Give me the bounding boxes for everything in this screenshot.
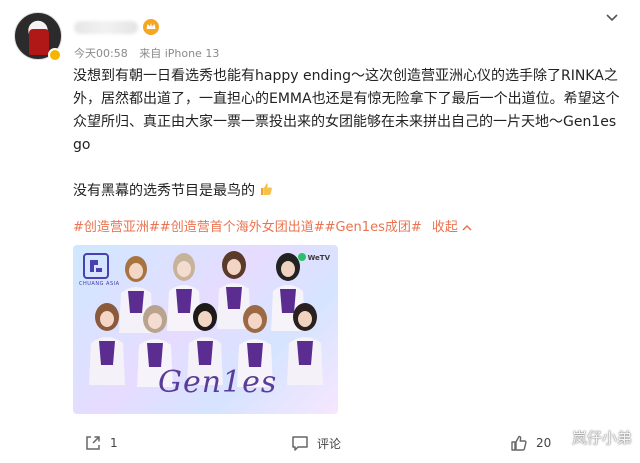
chuang-asia-logo-icon	[83, 253, 109, 279]
image-title-text: Gen1es	[158, 365, 278, 400]
verified-badge-icon	[48, 48, 62, 62]
share-button[interactable]: 1	[84, 434, 118, 452]
logo-text: CHUANG ASIA	[79, 281, 120, 287]
comment-icon	[292, 436, 308, 451]
like-count: 20	[536, 436, 552, 450]
chevron-down-icon[interactable]	[606, 10, 618, 26]
collapse-label: 收起	[431, 220, 458, 235]
comment-button[interactable]: 评论	[291, 434, 341, 452]
post-meta: 今天00:58 来自 iPhone 13	[74, 45, 227, 61]
post-text-second-content: 没有黑幕的选秀节目是最鸟的	[73, 183, 255, 199]
chevron-up-icon	[462, 224, 472, 231]
member-figure	[89, 303, 125, 385]
share-count: 1	[110, 436, 118, 450]
hashtag-link[interactable]: #Gen1es成团#	[325, 220, 422, 235]
post-text-second: 没有黑幕的选秀节目是最鸟的	[73, 180, 628, 205]
action-bar: 1 评论 20	[0, 424, 640, 463]
post-body: 没想到有朝一日看选秀也能有happy ending～这次创造营亚洲心仪的选手除了…	[73, 65, 628, 205]
collapse-button[interactable]: 收起	[432, 220, 472, 235]
hashtag-row: #创造营亚洲##创造营首个海外女团出道##Gen1es成团# 收起	[73, 219, 472, 237]
post-image[interactable]: CHUANG ASIA WeTV Gen1es	[73, 245, 338, 414]
post-source: 来自 iPhone 13	[139, 47, 220, 60]
member-figure	[287, 303, 323, 385]
hashtag-link[interactable]: #创造营亚洲#	[73, 220, 160, 235]
watermark-text: 岚仔小弟	[571, 429, 632, 447]
like-button[interactable]: 20	[510, 434, 551, 452]
post-time: 今天00:58	[74, 47, 128, 60]
thumbs-up-icon	[258, 181, 274, 205]
thumbs-up-icon	[511, 435, 527, 451]
post-text-main: 没想到有朝一日看选秀也能有happy ending～这次创造营亚洲心仪的选手除了…	[73, 68, 620, 153]
hashtag-link[interactable]: #创造营首个海外女团出道#	[160, 220, 325, 235]
comment-label: 评论	[317, 436, 342, 451]
username-blurred[interactable]	[74, 21, 138, 34]
share-icon	[86, 436, 100, 450]
vip-crown-icon	[143, 19, 159, 35]
